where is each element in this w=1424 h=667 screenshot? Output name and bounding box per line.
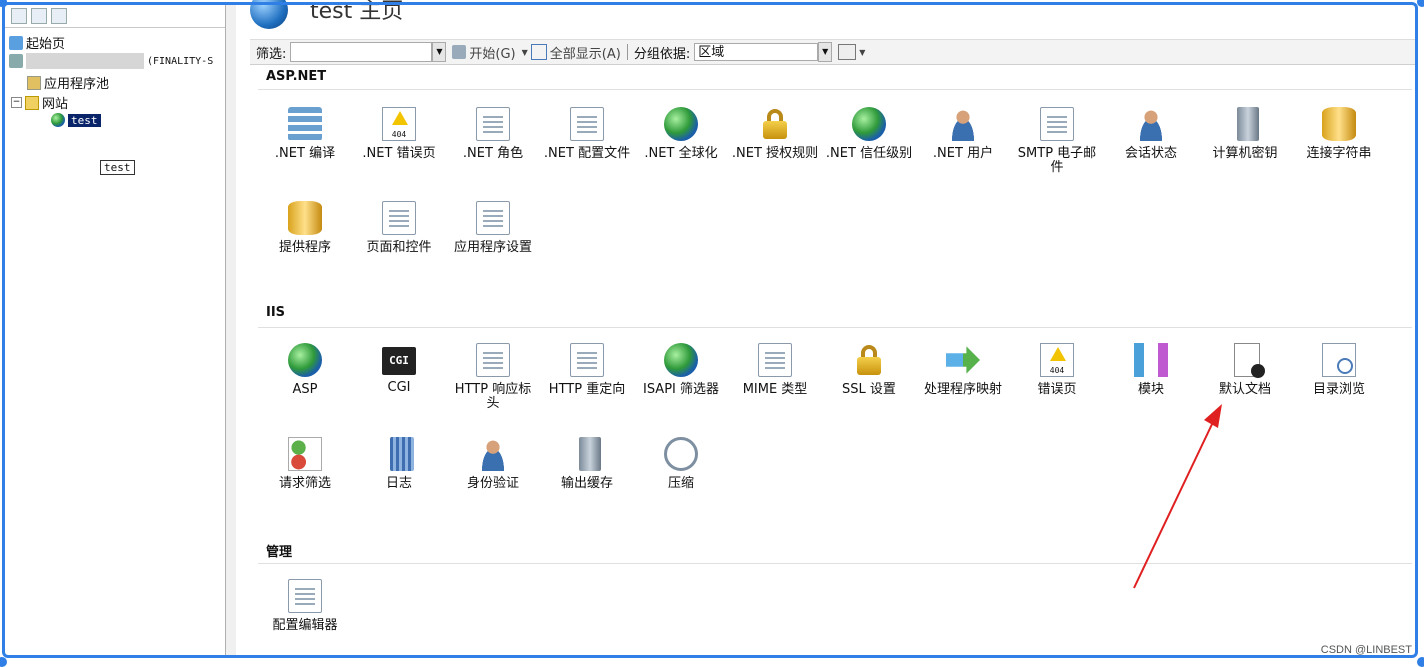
- corner-handle: [1417, 657, 1424, 667]
- corner-handle: [0, 657, 7, 667]
- corner-handle: [1417, 0, 1424, 7]
- window-frame: [2, 2, 1418, 658]
- watermark: CSDN @LINBEST: [1320, 644, 1412, 656]
